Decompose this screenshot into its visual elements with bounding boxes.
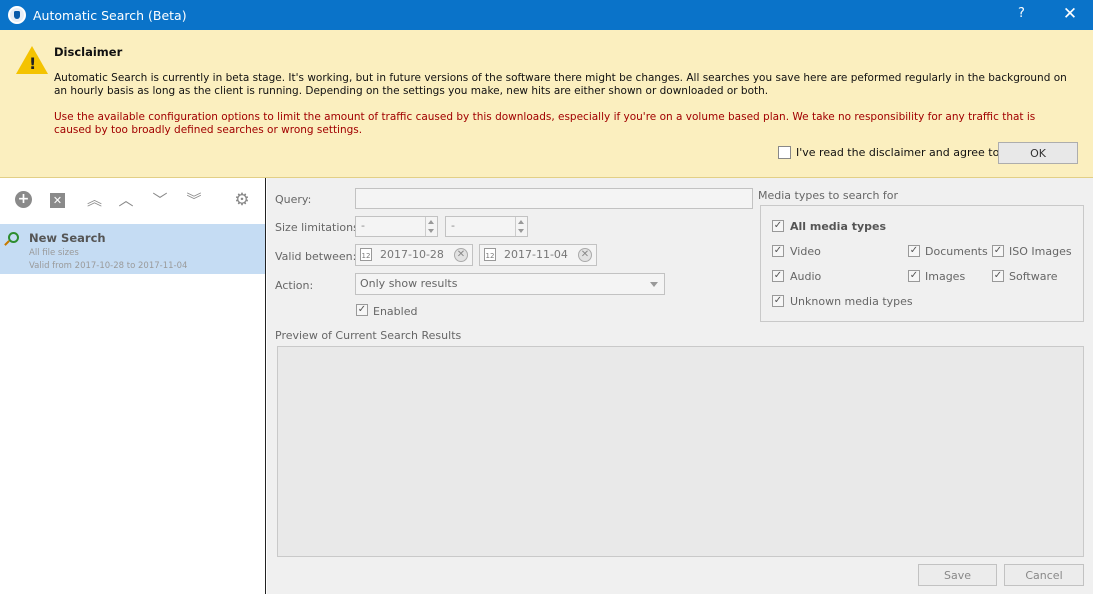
size-max-value: - [451, 219, 455, 232]
move-down-icon[interactable]: ﹀ [151, 191, 169, 209]
media-types-group: ✓ All media types ✓ Video ✓ Documents ✓ … [760, 205, 1084, 322]
all-media-checkbox[interactable]: ✓ [772, 220, 784, 232]
close-button[interactable]: ✕ [1058, 3, 1082, 25]
disclaimer-text: Automatic Search is currently in beta st… [54, 72, 1067, 97]
audio-label[interactable]: Audio [790, 270, 821, 283]
enabled-label[interactable]: Enabled [373, 305, 417, 318]
valid-between-label: Valid between: [275, 250, 357, 263]
calendar-icon[interactable]: 12 [360, 248, 372, 261]
list-item[interactable]: New Search All file sizes Valid from 201… [0, 224, 265, 274]
query-label: Query: [275, 193, 312, 206]
video-label[interactable]: Video [790, 245, 821, 258]
size-max-spinner[interactable] [515, 217, 527, 236]
documents-checkbox[interactable]: ✓ [908, 245, 920, 257]
help-button[interactable]: ? [1018, 6, 1025, 21]
media-group-label: Media types to search for [758, 189, 899, 202]
ok-button[interactable]: OK [998, 142, 1078, 164]
enabled-checkbox[interactable]: ✓ [356, 304, 368, 316]
move-up-icon[interactable]: ︿ [117, 191, 135, 209]
iso-images-label[interactable]: ISO Images [1009, 245, 1072, 258]
action-label: Action: [275, 279, 314, 292]
save-button[interactable]: Save [918, 564, 997, 586]
action-value: Only show results [360, 277, 458, 290]
delete-icon[interactable]: ✕ [50, 193, 65, 208]
calendar-icon[interactable]: 12 [484, 248, 496, 261]
move-top-icon[interactable]: ︽ [82, 191, 102, 209]
images-checkbox[interactable]: ✓ [908, 270, 920, 282]
disclaimer-warning: Use the available configuration options … [54, 111, 1036, 136]
size-min-stepper[interactable]: - [355, 216, 438, 237]
action-select[interactable]: Only show results [355, 273, 665, 295]
search-valid-info: Valid from 2017-10-28 to 2017-11-04 [29, 261, 188, 271]
chevron-down-icon[interactable] [650, 282, 658, 287]
disclaimer-panel: ! Disclaimer Automatic Search is current… [0, 30, 1093, 178]
documents-label[interactable]: Documents [925, 245, 988, 258]
software-label[interactable]: Software [1009, 270, 1058, 283]
disclaimer-title: Disclaimer [54, 45, 123, 59]
images-label[interactable]: Images [925, 270, 965, 283]
iso-images-checkbox[interactable]: ✓ [992, 245, 1004, 257]
video-checkbox[interactable]: ✓ [772, 245, 784, 257]
valid-from-date[interactable]: 12 2017-10-28 ✕ [355, 244, 473, 266]
search-settings-panel: Query: Size limitations: - - Valid betwe… [267, 178, 1093, 594]
valid-to-value: 2017-11-04 [504, 248, 568, 261]
window-title: Automatic Search (Beta) [33, 7, 187, 23]
chevron-down-icon[interactable] [428, 229, 434, 233]
preview-label: Preview of Current Search Results [275, 329, 462, 342]
move-bottom-icon[interactable]: ︾ [185, 191, 203, 209]
valid-to-date[interactable]: 12 2017-11-04 ✕ [479, 244, 597, 266]
cancel-button[interactable]: Cancel [1004, 564, 1084, 586]
search-size-info: All file sizes [29, 248, 79, 258]
size-min-spinner[interactable] [425, 217, 437, 236]
title-bar: Automatic Search (Beta) ? ✕ [0, 0, 1093, 30]
chevron-up-icon[interactable] [428, 220, 434, 224]
warning-exclamation-icon: ! [29, 54, 37, 73]
clear-icon[interactable]: ✕ [578, 248, 592, 262]
unknown-media-label[interactable]: Unknown media types [790, 295, 913, 308]
size-min-value: - [361, 219, 365, 232]
app-logo-icon [8, 6, 26, 24]
all-media-label[interactable]: All media types [790, 220, 886, 233]
add-icon[interactable]: + [15, 191, 32, 208]
software-checkbox[interactable]: ✓ [992, 270, 1004, 282]
valid-from-value: 2017-10-28 [380, 248, 444, 261]
audio-checkbox[interactable]: ✓ [772, 270, 784, 282]
search-list-toolbar: + ✕ ︽ ︿ ﹀ ︾ ⚙ [0, 178, 265, 224]
search-icon [8, 232, 19, 243]
chevron-up-icon[interactable] [518, 220, 524, 224]
query-input[interactable] [355, 188, 753, 209]
preview-results-area[interactable] [277, 346, 1084, 557]
size-label: Size limitations: [275, 221, 363, 234]
search-list-panel: + ✕ ︽ ︿ ﹀ ︾ ⚙ New Search All file sizes … [0, 178, 266, 594]
unknown-media-checkbox[interactable]: ✓ [772, 295, 784, 307]
size-max-stepper[interactable]: - [445, 216, 528, 237]
search-name: New Search [29, 231, 106, 245]
clear-icon[interactable]: ✕ [454, 248, 468, 262]
gear-icon[interactable]: ⚙ [233, 191, 251, 209]
agree-checkbox[interactable] [778, 146, 791, 159]
agree-label[interactable]: I've read the disclaimer and agree to it… [796, 146, 1014, 159]
chevron-down-icon[interactable] [518, 229, 524, 233]
